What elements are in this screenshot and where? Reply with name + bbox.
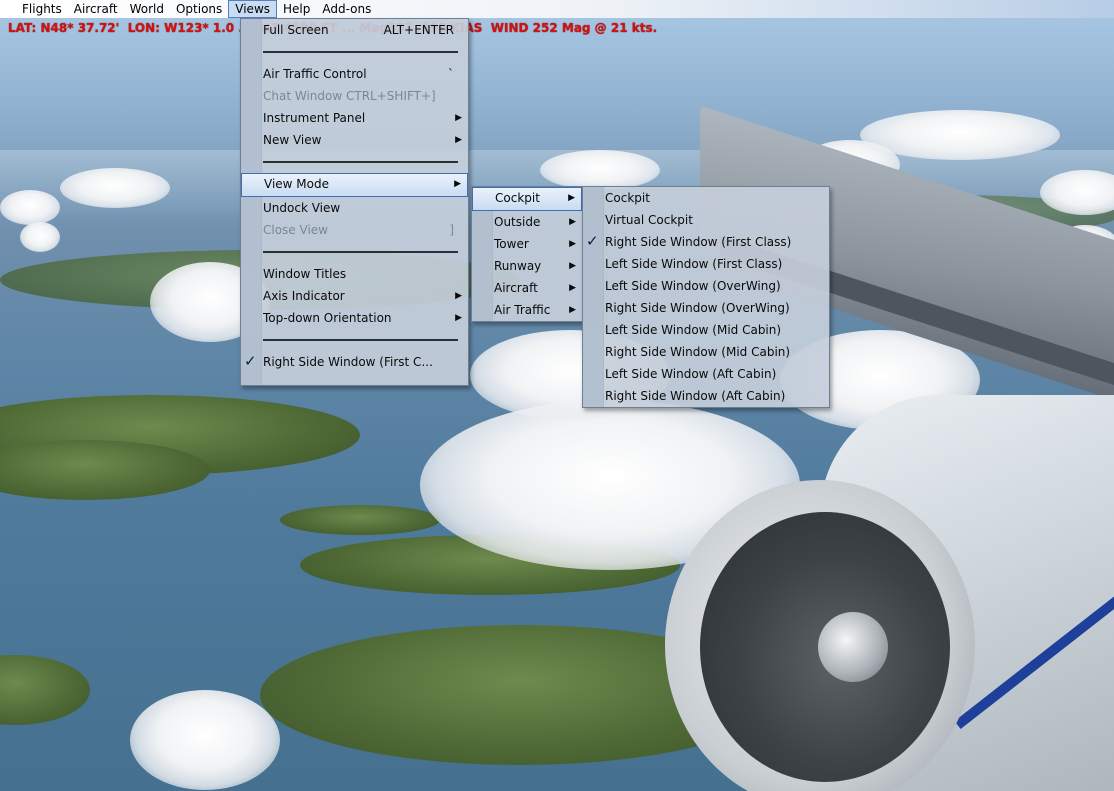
cockpit-views-submenu: Cockpit Virtual Cockpit ✓ Right Side Win… (582, 186, 830, 408)
cockpit-view-label: Cockpit (605, 191, 650, 205)
views-dropdown-menu: Full Screen ALT+ENTER Air Traffic Contro… (240, 18, 469, 386)
aircraft-label: Aircraft (494, 281, 538, 295)
arrow-right-icon: ▶ (568, 193, 575, 203)
top-down-orientation-label: Top-down Orientation (263, 311, 392, 325)
cloud (130, 690, 280, 790)
cockpit-view-label: Left Side Window (First Class) (605, 257, 783, 271)
full-screen-label: Full Screen (263, 23, 329, 37)
cockpit-view-item[interactable]: Left Side Window (Mid Cabin) (583, 319, 829, 341)
tower-label: Tower (494, 237, 529, 251)
submenu-item-tower[interactable]: Tower ▶ (472, 233, 582, 255)
cockpit-view-item[interactable]: ✓ Right Side Window (First Class) (583, 231, 829, 253)
window-titles-label: Window Titles (263, 267, 347, 281)
air-traffic-label: Air Traffic (494, 303, 551, 317)
close-view-shortcut: ] (449, 223, 454, 237)
view-mode-label: View Mode (264, 177, 329, 191)
cockpit-label: Cockpit (495, 191, 540, 205)
cockpit-view-item[interactable]: Right Side Window (Mid Cabin) (583, 341, 829, 363)
axis-indicator-label: Axis Indicator (263, 289, 345, 303)
runway-label: Runway (494, 259, 542, 273)
menu-separator (241, 241, 468, 263)
cockpit-view-label: Right Side Window (Aft Cabin) (605, 389, 786, 403)
cockpit-view-label: Right Side Window (First Class) (605, 235, 792, 249)
arrow-right-icon: ▶ (455, 291, 462, 301)
menu-item-current-view[interactable]: ✓ Right Side Window (First C... (241, 351, 468, 373)
cockpit-view-item[interactable]: Cockpit (583, 187, 829, 209)
submenu-item-outside[interactable]: Outside ▶ (472, 211, 582, 233)
checkmark-icon: ✓ (244, 352, 257, 370)
engine-spinner (818, 612, 888, 682)
cockpit-view-label: Right Side Window (Mid Cabin) (605, 345, 791, 359)
island (0, 655, 90, 725)
cockpit-view-item[interactable]: Virtual Cockpit (583, 209, 829, 231)
arrow-right-icon: ▶ (569, 261, 576, 271)
menu-item-top-down-orientation[interactable]: Top-down Orientation ▶ (241, 307, 468, 329)
arrow-right-icon: ▶ (455, 135, 462, 145)
current-view-label: Right Side Window (First C... (263, 355, 433, 369)
menu-item-full-screen[interactable]: Full Screen ALT+ENTER (241, 19, 468, 41)
cockpit-view-item[interactable]: Right Side Window (OverWing) (583, 297, 829, 319)
menu-item-air-traffic-control[interactable]: Air Traffic Control ` (241, 63, 468, 85)
cockpit-view-label: Virtual Cockpit (605, 213, 693, 227)
menu-options[interactable]: Options (170, 0, 228, 18)
new-view-label: New View (263, 133, 322, 147)
arrow-right-icon: ▶ (569, 283, 576, 293)
menu-separator (241, 41, 468, 63)
view-mode-submenu: Cockpit ▶ Outside ▶ Tower ▶ Runway ▶ Air… (471, 186, 583, 322)
menu-help[interactable]: Help (277, 0, 316, 18)
flight-scene-background (0, 0, 1114, 791)
submenu-item-air-traffic[interactable]: Air Traffic ▶ (472, 299, 582, 321)
menu-item-view-mode[interactable]: View Mode ▶ (241, 173, 468, 197)
air-traffic-control-shortcut: ` (448, 67, 454, 81)
menu-item-undock-view[interactable]: Undock View (241, 197, 468, 219)
chat-window-label: Chat Window CTRL+SHIFT+] (263, 89, 436, 103)
cloud (20, 222, 60, 252)
arrow-right-icon: ▶ (455, 313, 462, 323)
menu-separator (241, 151, 468, 173)
cockpit-view-label: Left Side Window (Aft Cabin) (605, 367, 777, 381)
close-view-label: Close View (263, 223, 328, 237)
arrow-right-icon: ▶ (569, 305, 576, 315)
menu-bar: Flights Aircraft World Options Views Hel… (0, 0, 1114, 18)
cloud (60, 168, 170, 208)
arrow-right-icon: ▶ (569, 217, 576, 227)
cloud (540, 150, 660, 190)
outside-label: Outside (494, 215, 541, 229)
cockpit-view-label: Left Side Window (Mid Cabin) (605, 323, 782, 337)
menu-item-close-view[interactable]: Close View ] (241, 219, 468, 241)
menu-views[interactable]: Views (228, 0, 278, 18)
cloud (0, 190, 60, 225)
menu-aircraft[interactable]: Aircraft (68, 0, 124, 18)
full-screen-shortcut: ALT+ENTER (383, 23, 454, 37)
cockpit-view-item[interactable]: Left Side Window (OverWing) (583, 275, 829, 297)
cockpit-view-label: Left Side Window (OverWing) (605, 279, 781, 293)
submenu-item-cockpit[interactable]: Cockpit ▶ (472, 187, 582, 211)
menu-separator (241, 329, 468, 351)
checkmark-icon: ✓ (586, 232, 599, 250)
instrument-panel-label: Instrument Panel (263, 111, 366, 125)
menu-item-window-titles[interactable]: Window Titles (241, 263, 468, 285)
submenu-item-aircraft[interactable]: Aircraft ▶ (472, 277, 582, 299)
menu-item-instrument-panel[interactable]: Instrument Panel ▶ (241, 107, 468, 129)
island (280, 505, 440, 535)
arrow-right-icon: ▶ (569, 239, 576, 249)
arrow-right-icon: ▶ (455, 113, 462, 123)
menu-item-axis-indicator[interactable]: Axis Indicator ▶ (241, 285, 468, 307)
menu-flights[interactable]: Flights (16, 0, 68, 18)
cockpit-view-label: Right Side Window (OverWing) (605, 301, 790, 315)
cockpit-view-item[interactable]: Left Side Window (Aft Cabin) (583, 363, 829, 385)
menu-world[interactable]: World (124, 0, 170, 18)
air-traffic-control-label: Air Traffic Control (263, 67, 367, 81)
undock-view-label: Undock View (263, 201, 341, 215)
menu-item-chat-window[interactable]: Chat Window CTRL+SHIFT+] (241, 85, 468, 107)
menu-item-new-view[interactable]: New View ▶ (241, 129, 468, 151)
submenu-item-runway[interactable]: Runway ▶ (472, 255, 582, 277)
cockpit-view-item[interactable]: Left Side Window (First Class) (583, 253, 829, 275)
arrow-right-icon: ▶ (454, 179, 461, 189)
menu-add-ons[interactable]: Add-ons (316, 0, 377, 18)
cockpit-view-item[interactable]: Right Side Window (Aft Cabin) (583, 385, 829, 407)
